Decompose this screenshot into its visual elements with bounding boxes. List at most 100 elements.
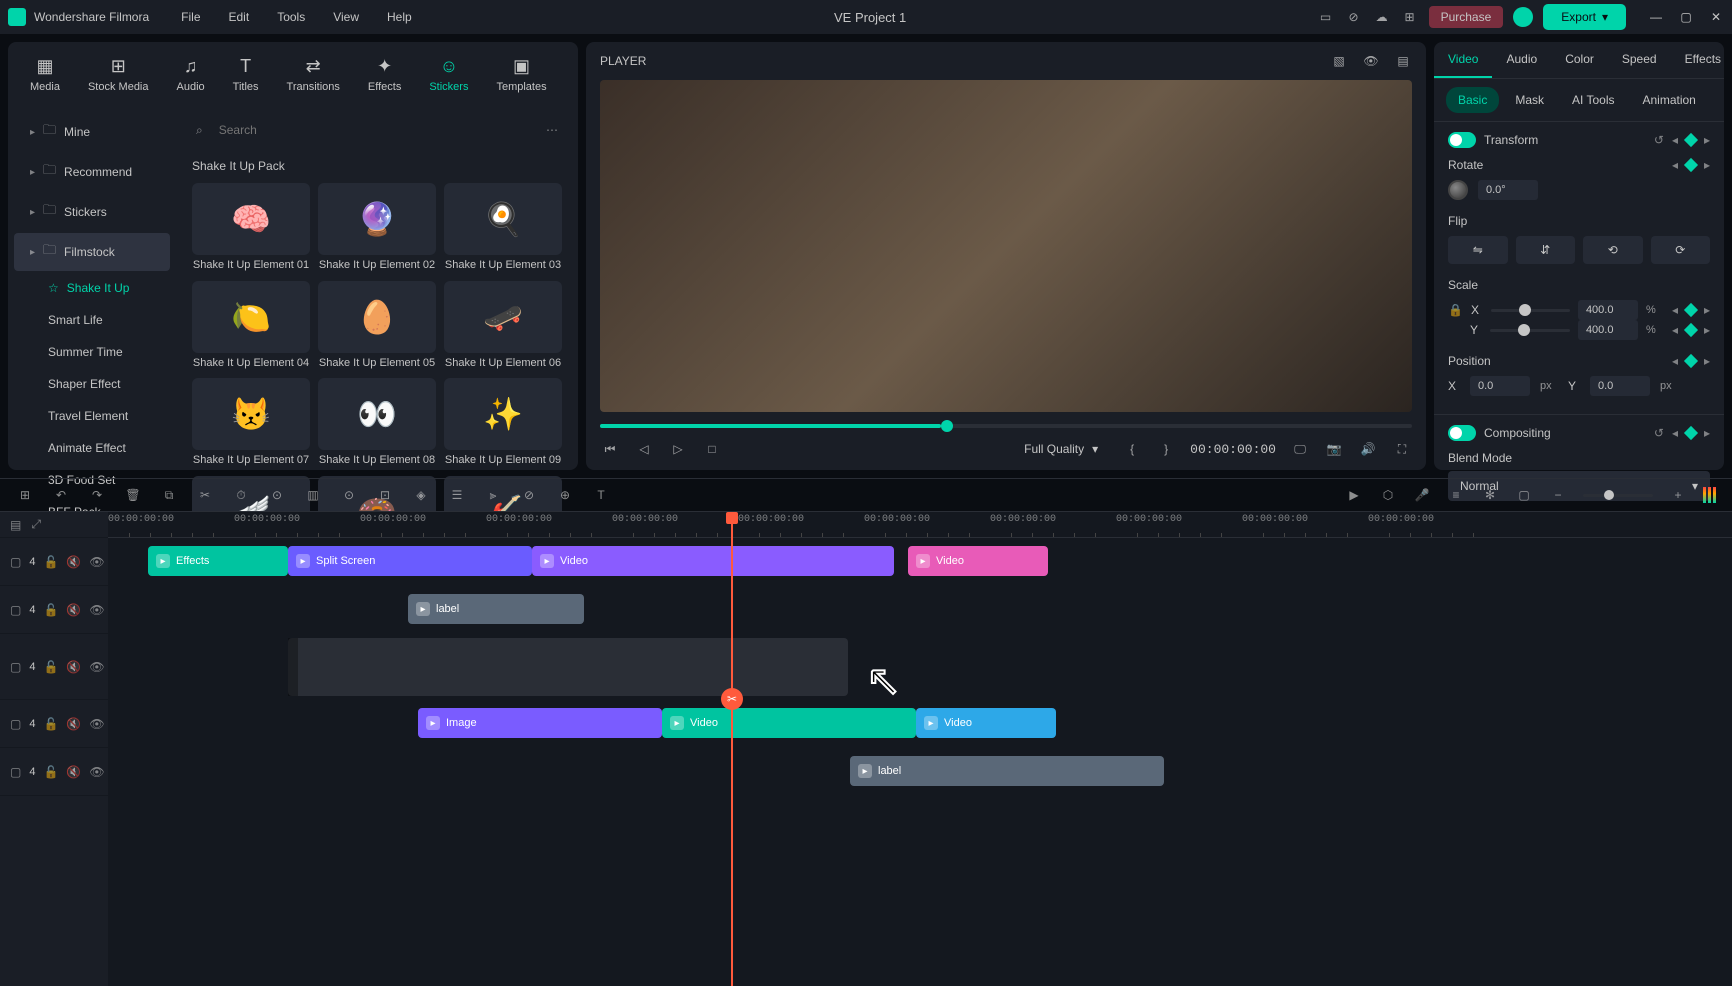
cloud-icon[interactable]: ☁ [1373, 8, 1391, 26]
lock-icon[interactable]: 🔒 [1448, 303, 1463, 317]
mute-icon[interactable]: 🔇 [66, 765, 81, 779]
hide-icon[interactable]: 👁 [89, 765, 104, 779]
prop-tab-color[interactable]: Color [1551, 42, 1608, 78]
prev-keyframe-icon[interactable]: ◂ [1672, 133, 1678, 147]
undo-icon[interactable]: ↶ [52, 486, 70, 504]
track-type-icon[interactable]: ▢ [10, 555, 21, 569]
media-tab-audio[interactable]: ♫Audio [167, 50, 215, 99]
crop-icon[interactable]: ⧉ [160, 486, 178, 504]
playhead[interactable]: ✂ [731, 512, 733, 986]
track[interactable]: ▸label [108, 748, 1732, 796]
mixer-icon[interactable]: ≡ [1447, 486, 1465, 504]
sticker-item[interactable]: 🧠Shake It Up Element 01 [192, 183, 310, 273]
media-tab-titles[interactable]: TTitles [223, 50, 269, 99]
lock-icon[interactable]: 🔓 [43, 660, 58, 674]
rotate-ccw-button[interactable]: ⟲ [1583, 236, 1643, 264]
flip-vertical-button[interactable]: ⇵ [1516, 236, 1576, 264]
prev-frame-icon[interactable]: ⏮ [600, 439, 620, 459]
mute-icon[interactable]: 🔇 [66, 660, 81, 674]
clip[interactable]: ▸label [408, 594, 584, 624]
prev-keyframe-icon[interactable]: ◂ [1672, 354, 1678, 368]
scale-y-slider[interactable] [1490, 329, 1570, 332]
next-keyframe-icon[interactable]: ▸ [1704, 323, 1710, 337]
transform-toggle[interactable] [1448, 132, 1476, 148]
flip-horizontal-button[interactable]: ⇋ [1448, 236, 1508, 264]
sub-tab-mask[interactable]: Mask [1503, 87, 1556, 113]
prop-tab-audio[interactable]: Audio [1492, 42, 1551, 78]
compositing-toggle[interactable] [1448, 425, 1476, 441]
scale-y-input[interactable] [1578, 320, 1638, 340]
split-icon[interactable]: ✂ [196, 486, 214, 504]
sidebar-cat-animate-effect[interactable]: Animate Effect [14, 433, 170, 463]
globe-icon[interactable]: ⊕ [556, 486, 574, 504]
sticker-item[interactable]: 🛹Shake It Up Element 06 [444, 281, 562, 371]
lock-icon[interactable]: 🔓 [43, 603, 58, 617]
mute-icon[interactable]: 🔇 [66, 555, 81, 569]
keyframe-icon[interactable] [1684, 426, 1698, 440]
prop-tab-video[interactable]: Video [1434, 42, 1492, 78]
minimize-icon[interactable]: — [1648, 9, 1664, 25]
sticker-item[interactable]: ✨Shake It Up Element 09 [444, 378, 562, 468]
track[interactable]: ▸label [108, 586, 1732, 634]
timeline-ruler[interactable]: 00:00:00:0000:00:00:0000:00:00:0000:00:0… [108, 512, 1732, 538]
media-tab-effects[interactable]: ✦Effects [358, 50, 411, 99]
maximize-icon[interactable]: ▢ [1678, 9, 1694, 25]
sticker-item[interactable]: 🥚Shake It Up Element 05 [318, 281, 436, 371]
duration-icon[interactable]: ⊙ [340, 486, 358, 504]
playhead-cut-icon[interactable]: ✂ [721, 688, 743, 710]
prev-keyframe-icon[interactable]: ◂ [1672, 303, 1678, 317]
keyframe-icon[interactable] [1684, 354, 1698, 368]
missing-media-icon[interactable]: ⊘ [1345, 8, 1363, 26]
menu-edit[interactable]: Edit [217, 4, 262, 30]
search-input[interactable] [211, 119, 538, 141]
prev-keyframe-icon[interactable]: ◂ [1672, 323, 1678, 337]
menu-file[interactable]: File [169, 4, 212, 30]
controls-icon[interactable]: ☰ [448, 486, 466, 504]
fit-icon[interactable]: ⊡ [376, 486, 394, 504]
menu-tools[interactable]: Tools [265, 4, 317, 30]
export-button[interactable]: Export▾ [1543, 4, 1626, 30]
more-icon[interactable]: ⋯ [546, 123, 558, 137]
rotate-cw-button[interactable]: ⟳ [1651, 236, 1711, 264]
preview-quality-icon[interactable]: 👁 [1362, 52, 1380, 70]
media-tab-media[interactable]: ▦Media [20, 50, 70, 99]
clip[interactable]: ▸Effects [148, 546, 288, 576]
clip[interactable]: ▸Video [532, 546, 894, 576]
keyframe-icon[interactable] [1684, 158, 1698, 172]
audio-meter[interactable] [1703, 487, 1716, 503]
media-tab-transitions[interactable]: ⇄Transitions [277, 50, 350, 99]
delete-icon[interactable]: 🗑 [124, 486, 142, 504]
track[interactable] [108, 634, 1732, 700]
sidebar-cat-travel-element[interactable]: Travel Element [14, 401, 170, 431]
rotate-input[interactable] [1478, 180, 1538, 200]
sticker-item[interactable]: 👀Shake It Up Element 08 [318, 378, 436, 468]
text-icon[interactable]: T [592, 486, 610, 504]
scale-x-input[interactable] [1578, 300, 1638, 320]
sidebar-cat-shake-it-up[interactable]: ☆Shake It Up [14, 273, 170, 303]
reset-icon[interactable]: ↺ [1654, 426, 1664, 440]
hide-icon[interactable]: 👁 [89, 603, 104, 617]
player-canvas[interactable] [600, 80, 1412, 412]
track-type-icon[interactable]: ▢ [10, 717, 21, 731]
prop-tab-speed[interactable]: Speed [1608, 42, 1671, 78]
sidebar-item-recommend[interactable]: ▸🗀Recommend [14, 153, 170, 191]
track[interactable]: ▸Image▸Video▸Video [108, 700, 1732, 748]
media-tab-templates[interactable]: ▣Templates [486, 50, 556, 99]
quality-dropdown[interactable]: Full Quality▾ [1014, 438, 1108, 460]
layout-icon[interactable]: ▭ [1317, 8, 1335, 26]
play-icon[interactable]: ▷ [668, 439, 688, 459]
brace-left[interactable]: { [1122, 439, 1142, 459]
adjust-icon[interactable]: ✻ [1481, 486, 1499, 504]
avatar[interactable] [1513, 7, 1533, 27]
stop-icon[interactable]: □ [702, 439, 722, 459]
track-options-icon[interactable]: ▤ [10, 518, 21, 532]
volume-icon[interactable]: 🔊 [1358, 439, 1378, 459]
lock-icon[interactable]: 🔓 [43, 765, 58, 779]
layout-icon[interactable]: ⊞ [16, 486, 34, 504]
menu-help[interactable]: Help [375, 4, 424, 30]
player-scrubber[interactable] [600, 424, 1412, 428]
sidebar-item-filmstock[interactable]: ▸🗀Filmstock [14, 233, 170, 271]
rotate-knob[interactable] [1448, 180, 1468, 200]
marker-icon[interactable]: ⬡ [1379, 486, 1397, 504]
prop-tab-effects[interactable]: Effects [1671, 42, 1732, 78]
